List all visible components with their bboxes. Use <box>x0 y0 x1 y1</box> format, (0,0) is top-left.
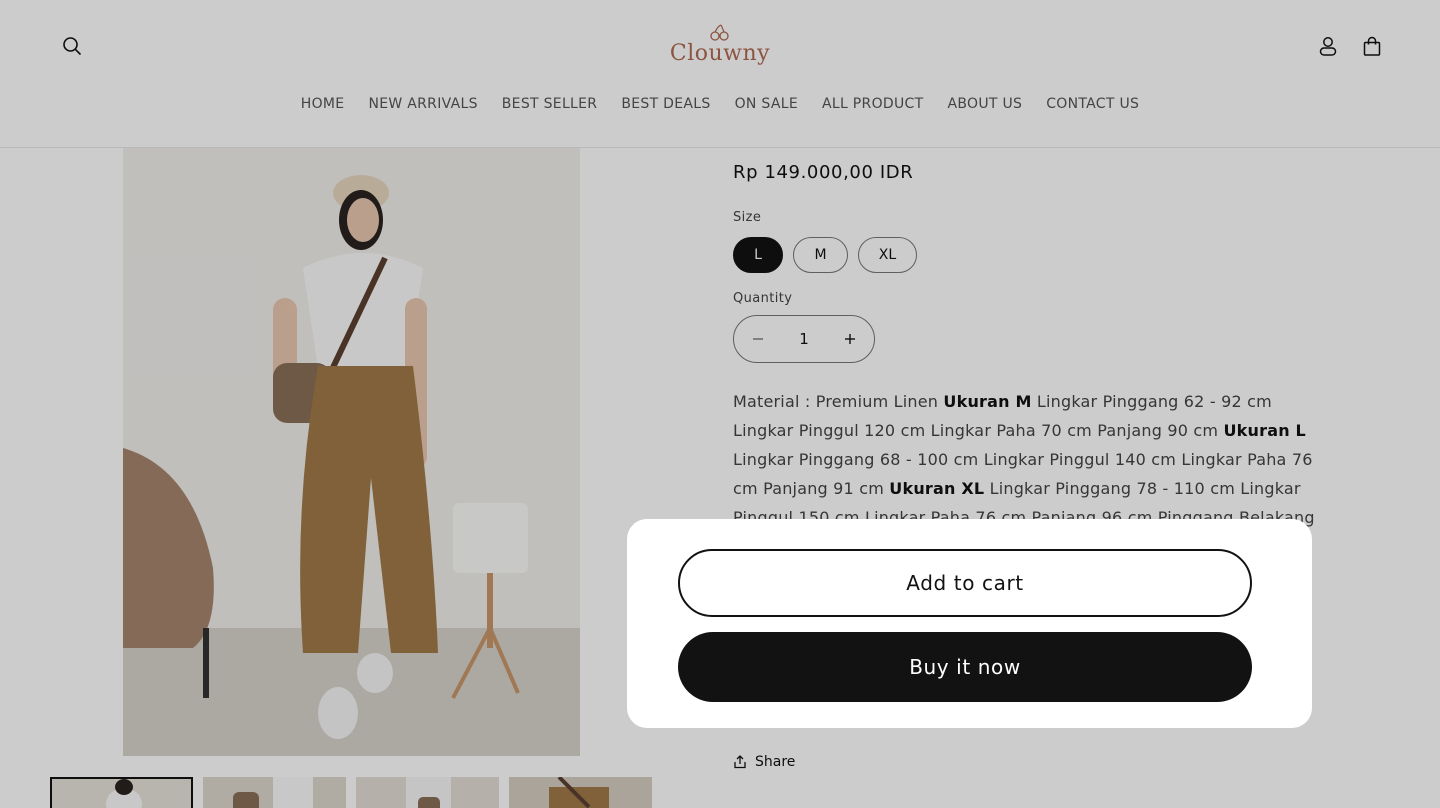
buy-now-button[interactable]: Buy it now <box>678 632 1252 702</box>
add-to-cart-button[interactable]: Add to cart <box>678 549 1252 617</box>
buy-panel: Add to cart Buy it now <box>627 519 1312 728</box>
